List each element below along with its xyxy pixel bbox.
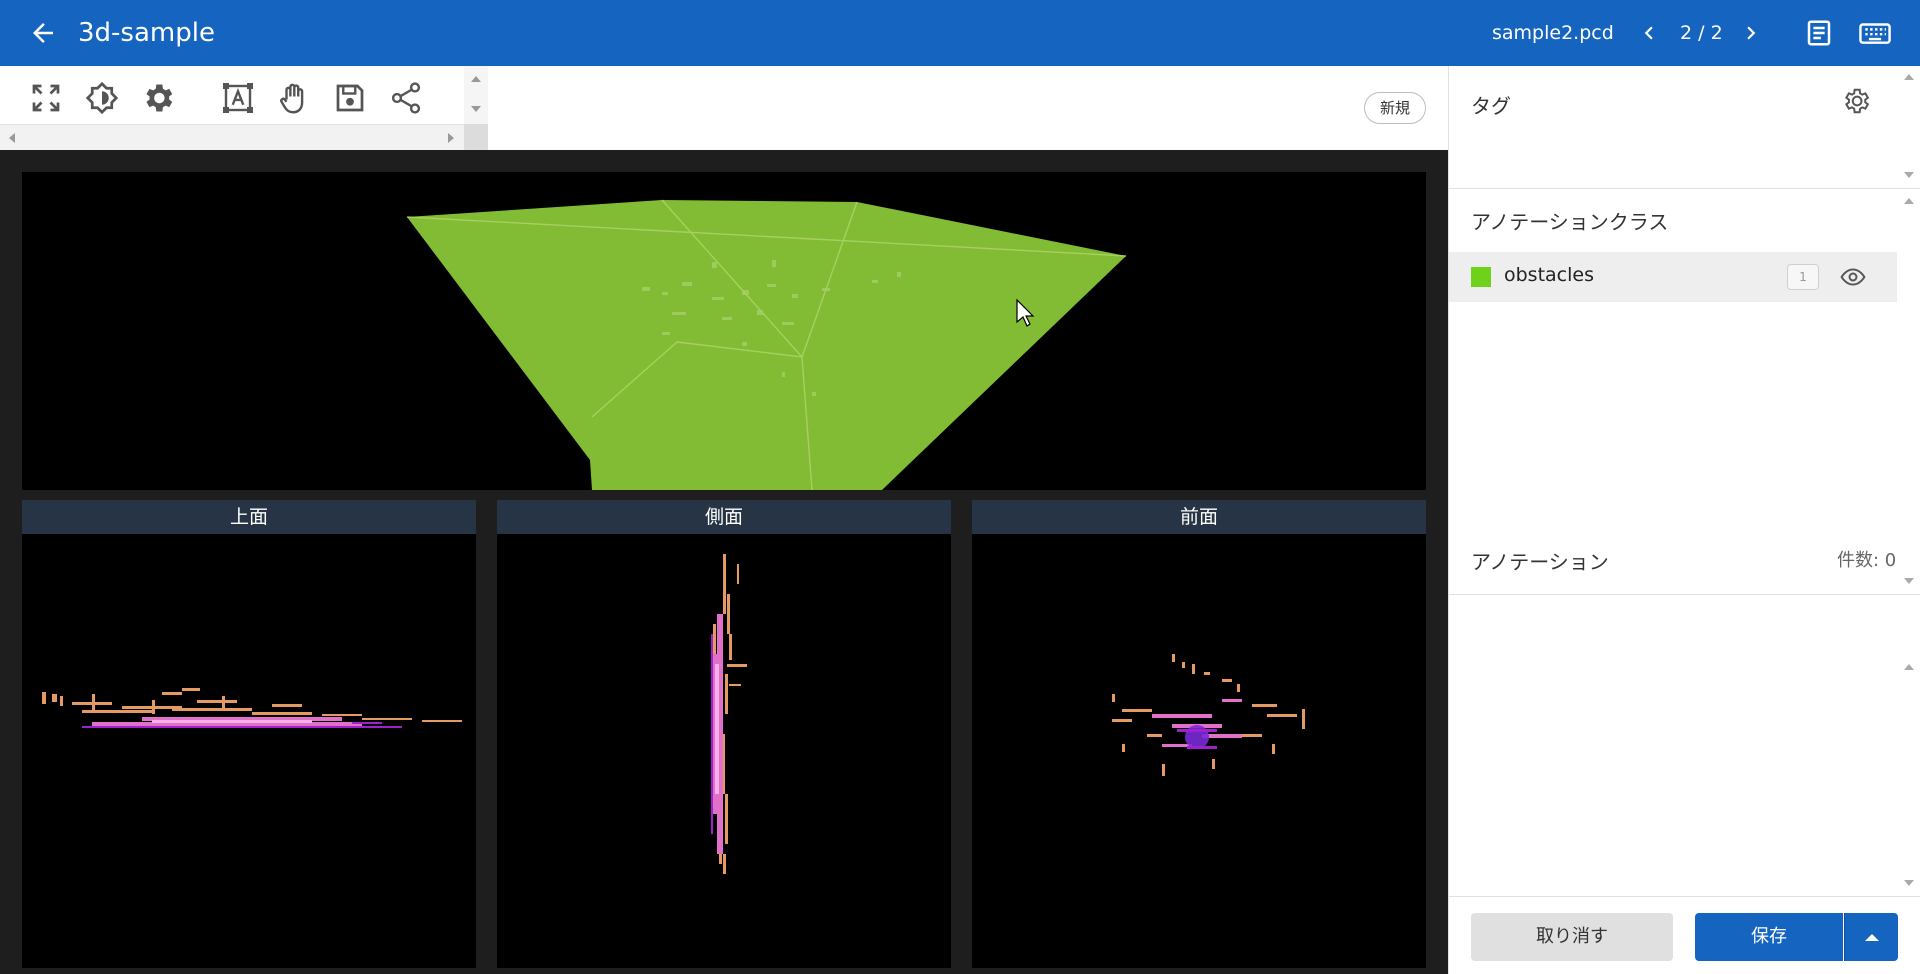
cancel-button[interactable]: 取り消す	[1471, 913, 1673, 961]
app-header: 3d-sample sample2.pcd 2 / 2	[0, 0, 1920, 66]
scroll-corner	[464, 124, 488, 150]
fullscreen-icon[interactable]	[28, 80, 64, 116]
toolbar-horizontal-scrollbar[interactable]	[0, 124, 464, 150]
save-options-button[interactable]	[1844, 913, 1898, 961]
page-title: 3d-sample	[78, 18, 215, 48]
point-cloud-viewer: 上面 側面 前面	[0, 150, 1448, 974]
class-color-swatch	[1471, 267, 1491, 287]
tags-scrollbar[interactable]	[1897, 66, 1920, 188]
hand-icon[interactable]	[276, 80, 312, 116]
save-icon[interactable]	[332, 80, 368, 116]
arrow-left-icon[interactable]	[28, 18, 58, 48]
front-view[interactable]: 前面	[972, 500, 1426, 968]
top-view-label: 上面	[22, 500, 476, 534]
action-footer: 取り消す 保存	[1449, 896, 1920, 974]
perspective-view[interactable]	[22, 172, 1426, 490]
tags-title: タグ	[1471, 94, 1511, 118]
annotation-box[interactable]	[407, 200, 1126, 490]
document-icon[interactable]	[1804, 18, 1834, 48]
share-icon[interactable]	[388, 80, 424, 116]
caret-up-icon	[1865, 934, 1879, 941]
brightness-icon[interactable]	[84, 80, 120, 116]
class-name: obstacles	[1504, 264, 1594, 286]
classes-scrollbar[interactable]	[1897, 190, 1920, 594]
divider	[1449, 594, 1920, 595]
annotations-count: 件数: 0	[1837, 550, 1897, 571]
chevron-left-icon[interactable]	[1636, 20, 1662, 46]
keyboard-icon[interactable]	[1858, 18, 1892, 48]
annotations-scrollbar[interactable]	[1897, 596, 1920, 896]
file-name: sample2.pcd	[1492, 22, 1614, 44]
side-view-label: 側面	[497, 500, 951, 534]
text-box-icon[interactable]	[220, 80, 256, 116]
gear-icon[interactable]	[1841, 86, 1871, 116]
side-view[interactable]: 側面	[497, 500, 951, 968]
new-button[interactable]: 新規	[1364, 92, 1426, 124]
page-indicator: 2 / 2	[1680, 22, 1723, 44]
save-button[interactable]: 保存	[1695, 913, 1843, 961]
front-view-label: 前面	[972, 500, 1426, 534]
divider	[1449, 188, 1920, 189]
class-item-obstacles[interactable]: obstacles 1	[1449, 252, 1897, 302]
class-count-badge: 1	[1787, 264, 1819, 290]
annotations-title: アノテーション	[1471, 550, 1609, 574]
gear-icon[interactable]	[140, 80, 176, 116]
side-panel: タグ アノテーションクラス obstacles 1 アノテーション 件数: 0 …	[1448, 66, 1920, 974]
classes-title: アノテーションクラス	[1471, 210, 1669, 234]
toolbar	[0, 66, 488, 150]
eye-icon[interactable]	[1839, 264, 1867, 290]
chevron-right-icon[interactable]	[1738, 20, 1764, 46]
top-view[interactable]: 上面	[22, 500, 476, 968]
